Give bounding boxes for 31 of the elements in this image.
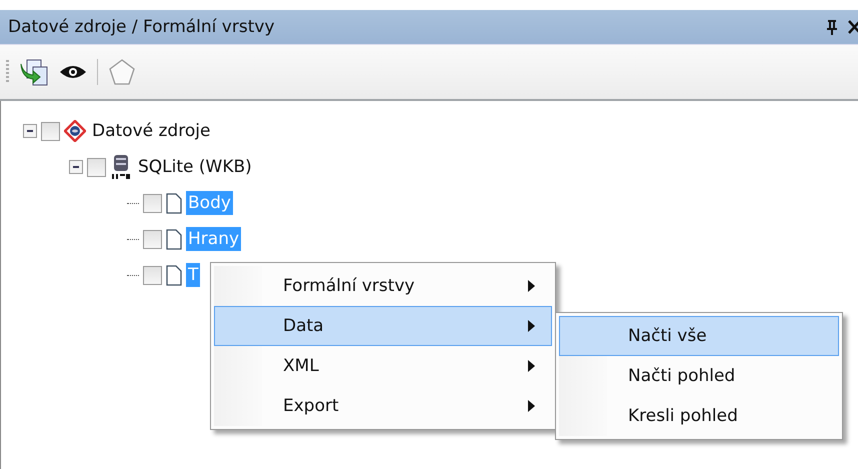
submenu-arrow-icon — [528, 320, 535, 332]
checkbox[interactable] — [143, 230, 162, 248]
checkbox[interactable] — [143, 194, 162, 212]
globe-icon — [64, 120, 86, 142]
document-icon — [166, 228, 182, 250]
submenu-arrow-icon — [528, 280, 535, 292]
close-icon[interactable] — [848, 20, 858, 34]
menu-item[interactable]: Načti pohled — [559, 356, 839, 396]
checkbox[interactable] — [41, 122, 60, 140]
tree-item[interactable]: SQLite (WKB) — [136, 155, 254, 179]
database-icon — [110, 154, 132, 180]
checkbox[interactable] — [143, 266, 162, 284]
submenu-arrow-icon — [528, 360, 535, 372]
pin-icon[interactable] — [826, 19, 838, 35]
menu-item[interactable]: Načti vše — [559, 316, 839, 356]
menu-item[interactable]: Formální vrstvy — [214, 266, 552, 306]
menu-item[interactable]: Kresli pohled — [559, 396, 839, 436]
menu-item[interactable]: XML — [214, 346, 552, 386]
eye-icon[interactable] — [59, 64, 87, 80]
submenu-arrow-icon — [528, 400, 535, 412]
collapse-toggle[interactable] — [69, 160, 83, 174]
document-icon — [166, 192, 182, 214]
menu-item[interactable]: Export — [214, 386, 552, 426]
menu-item[interactable]: Data — [214, 306, 552, 346]
document-icon — [166, 264, 182, 286]
import-icon[interactable] — [19, 58, 49, 86]
checkbox[interactable] — [87, 158, 106, 176]
collapse-toggle[interactable] — [23, 124, 37, 138]
tree-item[interactable]: Datové zdroje — [90, 119, 212, 143]
panel-title: Datové zdroje / Formální vrstvy — [8, 17, 276, 37]
pentagon-icon[interactable] — [108, 58, 136, 86]
